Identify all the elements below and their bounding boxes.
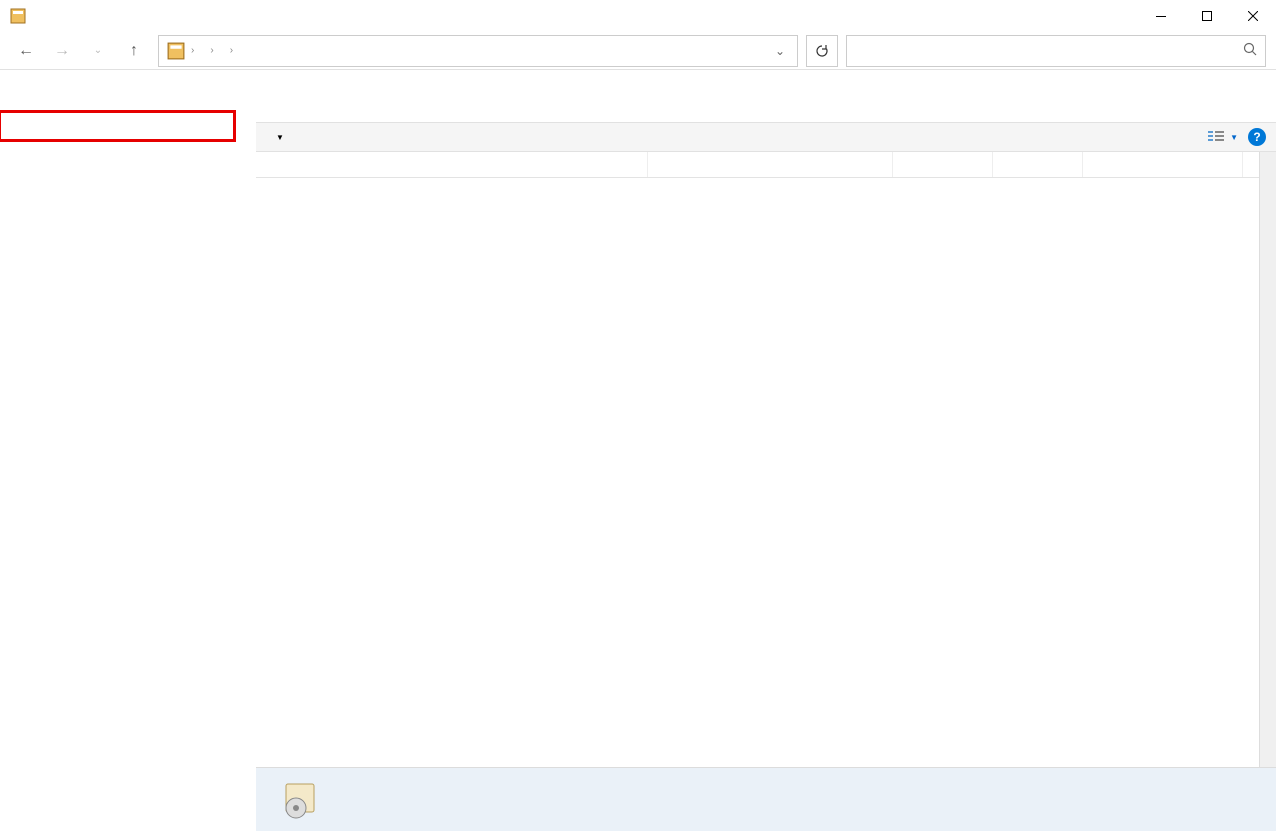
recent-locations-button[interactable]: ⌄ (82, 35, 114, 67)
address-dropdown[interactable]: ⌄ (767, 44, 793, 58)
view-button[interactable]: ▼ (1208, 130, 1238, 144)
sidebar-turn-windows-features[interactable] (0, 117, 227, 133)
breadcrumb-programs[interactable] (216, 36, 228, 66)
column-header-installed[interactable] (893, 152, 993, 177)
breadcrumb-chevron[interactable]: › (189, 36, 196, 66)
dropdown-arrow-icon: ▼ (1230, 133, 1238, 142)
toolbar: ▼ ▼ ? (256, 122, 1276, 152)
scrollbar[interactable] (1259, 152, 1276, 767)
view-icon (1208, 130, 1224, 144)
close-button[interactable] (1230, 0, 1276, 32)
status-bar (256, 767, 1276, 831)
organize-button[interactable]: ▼ (266, 131, 290, 144)
main-content: ▼ ▼ ? ⌃ (256, 70, 1276, 831)
dropdown-arrow-icon: ▼ (276, 133, 284, 142)
column-header-size[interactable] (993, 152, 1083, 177)
column-header-name[interactable] (256, 152, 648, 177)
shield-icon (0, 117, 1, 133)
location-icon (167, 42, 185, 60)
maximize-button[interactable] (1184, 0, 1230, 32)
navigation-bar: ← → ⌄ ↑ › › › ⌄ (0, 32, 1276, 70)
app-icon (10, 8, 26, 24)
help-button[interactable]: ? (1248, 128, 1266, 146)
search-box[interactable] (846, 35, 1266, 67)
breadcrumb-chevron[interactable]: › (228, 36, 235, 66)
minimize-button[interactable] (1138, 0, 1184, 32)
title-bar (0, 0, 1276, 32)
up-button[interactable]: ↑ (118, 35, 150, 67)
program-list[interactable]: ⌃ (256, 152, 1259, 767)
forward-button[interactable]: → (46, 35, 78, 67)
sidebar (0, 70, 256, 831)
highlighted-region (0, 110, 236, 142)
back-button[interactable]: ← (10, 35, 42, 67)
list-header (256, 152, 1259, 178)
search-icon[interactable] (1243, 42, 1257, 59)
refresh-button[interactable] (806, 35, 838, 67)
search-input[interactable] (855, 43, 1243, 58)
status-icon (276, 776, 324, 824)
breadcrumb-chevron[interactable]: › (208, 36, 215, 66)
column-header-version[interactable] (1083, 152, 1243, 177)
breadcrumb-programs-features[interactable] (235, 36, 247, 66)
breadcrumb-control-panel[interactable] (196, 36, 208, 66)
column-header-publisher[interactable] (648, 152, 893, 177)
address-bar[interactable]: › › › ⌄ (158, 35, 798, 67)
